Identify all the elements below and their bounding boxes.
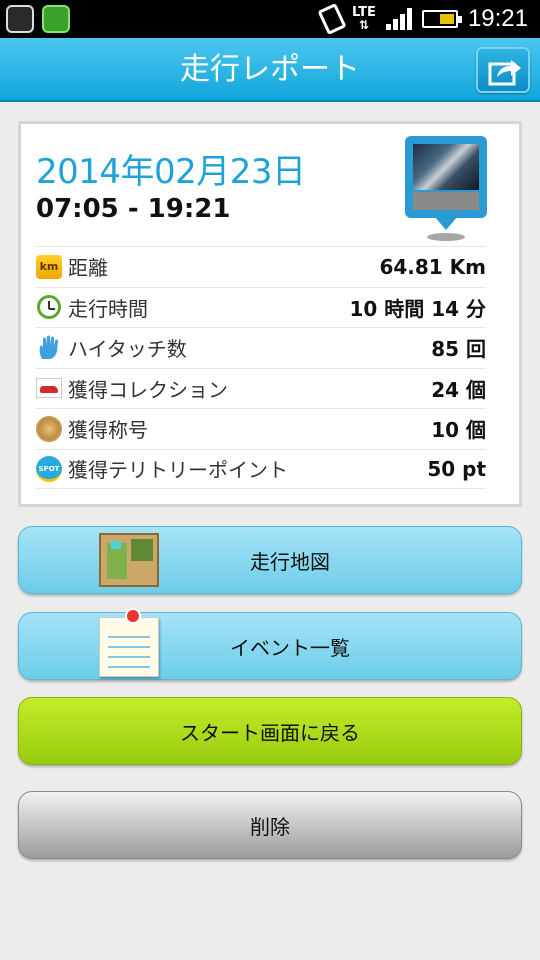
stat-label: 距離 xyxy=(68,256,108,281)
stat-value: 10 時間 14 分 xyxy=(349,296,486,321)
report-time-range: 07:05 - 19:21 xyxy=(36,194,231,224)
stat-label: 獲得テリトリーポイント xyxy=(68,458,288,483)
drive-map-button[interactable]: 走行地図 xyxy=(18,526,522,594)
car-icon xyxy=(36,375,62,401)
delete-button[interactable]: 削除 xyxy=(18,791,522,859)
stat-value: 85 回 xyxy=(431,337,486,362)
clock-icon xyxy=(36,294,62,320)
stat-label: 走行時間 xyxy=(68,296,148,321)
stat-row-titles: 獲得称号 10 個 xyxy=(36,408,486,449)
back-to-start-button[interactable]: スタート画面に戻る xyxy=(18,697,522,765)
clock: 19:21 xyxy=(467,5,528,32)
lte-icon: LTE ⇅ xyxy=(352,5,376,32)
stat-label: ハイタッチ数 xyxy=(68,337,187,362)
stat-row-territory-points: SPOT 獲得テリトリーポイント 50 pt xyxy=(36,448,486,489)
app-header: 走行レポート xyxy=(0,38,540,102)
page-title: 走行レポート xyxy=(180,52,360,87)
stat-row-distance: km 距離 64.81 Km xyxy=(36,246,486,287)
share-button[interactable] xyxy=(476,47,530,93)
km-icon: km xyxy=(36,254,62,280)
signal-icon xyxy=(385,8,412,30)
drive-map-label: 走行地図 xyxy=(250,549,330,574)
delete-label: 削除 xyxy=(250,814,290,839)
report-date: 2014年02月23日 xyxy=(36,152,306,192)
stat-row-drive-time: 走行時間 10 時間 14 分 xyxy=(36,286,486,328)
status-bar: LTE ⇅ 19:21 xyxy=(0,0,540,38)
back-to-start-label: スタート画面に戻る xyxy=(180,720,360,745)
spot-icon: SPOT xyxy=(36,455,62,482)
stat-value: 50 pt xyxy=(427,456,486,481)
report-card: 2014年02月23日 07:05 - 19:21 km 距離 64.81 Km… xyxy=(18,121,522,507)
medal-icon xyxy=(36,415,62,442)
stat-row-collection: 獲得コレクション 24 個 xyxy=(36,367,486,409)
car-photo xyxy=(413,144,479,190)
game-notification-icon xyxy=(42,5,70,33)
photo-thumbnail[interactable] xyxy=(405,136,487,241)
hand-icon xyxy=(36,335,62,361)
notification-icons xyxy=(6,5,70,33)
stat-row-high-touch: ハイタッチ数 85 回 xyxy=(36,327,486,368)
vibrate-icon xyxy=(317,2,347,36)
event-list-button[interactable]: イベント一覧 xyxy=(18,608,522,680)
stat-label: 獲得コレクション xyxy=(68,377,228,402)
battery-icon xyxy=(421,10,462,28)
stats-list: km 距離 64.81 Km 走行時間 10 時間 14 分 ハイタッチ数 85… xyxy=(36,246,486,489)
app-notification-icon xyxy=(6,5,34,33)
event-list-label: イベント一覧 xyxy=(230,635,350,660)
share-icon xyxy=(488,60,521,86)
stat-value: 64.81 Km xyxy=(379,254,486,279)
stat-label: 獲得称号 xyxy=(68,418,148,443)
stat-value: 24 個 xyxy=(431,377,486,402)
stat-value: 10 個 xyxy=(431,418,486,443)
